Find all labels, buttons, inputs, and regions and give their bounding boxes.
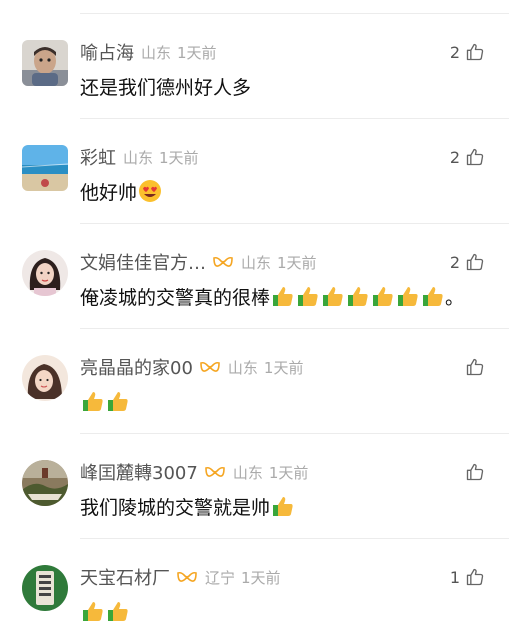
comment-meta: 天宝石材厂 辽宁 1天前 (80, 565, 281, 589)
comment-item: 天宝石材厂 辽宁 1天前 1 (0, 539, 509, 644)
location: 辽宁 (205, 568, 236, 587)
like-count: 2 (449, 42, 460, 62)
thumb-up-outline-icon[interactable] (465, 252, 485, 272)
verified-badge-icon (176, 570, 198, 584)
thumbs-up-emoji (296, 284, 320, 308)
location: 山东 (123, 148, 154, 167)
heart-eyes-emoji (138, 179, 162, 203)
timestamp: 1天前 (241, 568, 281, 587)
comment-meta: 文娟佳佳官方… 山东 1天前 (80, 250, 317, 274)
thumbs-up-emoji (321, 284, 345, 308)
like-button[interactable]: 1 (450, 565, 485, 589)
username[interactable]: 天宝石材厂 (80, 564, 170, 590)
location: 山东 (227, 358, 258, 377)
avatar[interactable] (22, 250, 68, 296)
comment-text-content: 还是我们德州好人多 (80, 76, 252, 99)
comment-text (80, 387, 130, 415)
timestamp: 1天前 (277, 253, 317, 272)
comment-text (80, 597, 130, 625)
verified-badge-icon (199, 360, 221, 374)
comment-text: 我们陵城的交警就是帅 (80, 492, 295, 520)
avatar[interactable] (22, 145, 68, 191)
avatar[interactable] (22, 355, 68, 401)
comment-text: 他好帅 (80, 177, 162, 205)
username[interactable]: 亮晶晶的家00 (80, 354, 193, 380)
thumb-up-outline-icon[interactable] (465, 357, 485, 377)
comment-text: 俺凌城的交警真的很棒 。 (80, 282, 464, 310)
username[interactable]: 彩虹 (80, 144, 116, 170)
username[interactable]: 文娟佳佳官方… (80, 249, 206, 275)
verified-badge-icon (204, 465, 226, 479)
thumbs-up-emoji (371, 284, 395, 308)
thumbs-up-emoji (421, 284, 445, 308)
location: 山东 (141, 43, 172, 62)
comment-item: 彩虹 山东 1天前 2 他好帅 (0, 119, 509, 224)
timestamp: 1天前 (263, 358, 304, 377)
thumbs-up-emoji-row (270, 284, 445, 308)
comment-item: 亮晶晶的家00 山东 1天前 (0, 329, 509, 434)
comment-meta: 峰囯麓轉3007 山东 1天前 (80, 460, 308, 484)
comment-meta: 亮晶晶的家00 山东 1天前 (80, 355, 303, 379)
timestamp: 1天前 (177, 43, 217, 62)
thumbs-up-emoji (271, 284, 295, 308)
thumbs-up-emoji (106, 389, 130, 413)
thumbs-up-emoji-row (80, 389, 130, 413)
thumbs-up-emoji (106, 599, 130, 623)
comment-item: 喻占海 山东 1天前 2 还是我们德州好人多 (0, 14, 509, 119)
avatar[interactable] (22, 40, 68, 86)
timestamp: 1天前 (268, 463, 309, 482)
comment-meta: 彩虹 山东 1天前 (80, 145, 199, 169)
comment-text: 还是我们德州好人多 (80, 72, 251, 100)
trailing-punctuation: 。 (445, 286, 465, 309)
comment-text-content: 俺凌城的交警真的很棒 (80, 286, 271, 309)
thumbs-up-emoji (81, 599, 105, 623)
like-button[interactable]: 2 (450, 40, 485, 64)
thumb-up-outline-icon[interactable] (465, 462, 485, 482)
thumbs-up-emoji (346, 284, 370, 308)
like-button[interactable] (460, 355, 485, 379)
like-count: 1 (449, 567, 460, 587)
username[interactable]: 喻占海 (80, 39, 134, 65)
comment-text-content: 我们陵城的交警就是帅 (80, 496, 271, 519)
like-button[interactable]: 2 (450, 250, 485, 274)
comment-text-content: 他好帅 (80, 181, 138, 204)
like-count: 2 (449, 147, 460, 167)
thumb-up-outline-icon[interactable] (465, 147, 485, 167)
timestamp: 1天前 (159, 148, 199, 167)
thumb-up-outline-icon[interactable] (465, 42, 485, 62)
location: 山东 (241, 253, 272, 272)
comment-item: 峰囯麓轉3007 山东 1天前 我们陵城的交警就是帅 (0, 434, 509, 539)
thumbs-up-emoji (81, 389, 105, 413)
thumbs-up-emoji-row (80, 599, 130, 623)
username[interactable]: 峰囯麓轉3007 (80, 459, 198, 485)
like-button[interactable] (460, 460, 485, 484)
avatar[interactable] (22, 460, 68, 506)
comment-meta: 喻占海 山东 1天前 (80, 40, 217, 64)
like-count: 2 (449, 252, 460, 272)
avatar[interactable] (22, 565, 68, 611)
thumb-up-outline-icon[interactable] (465, 567, 485, 587)
comment-item: 文娟佳佳官方… 山东 1天前 2 俺凌城的交警真的很棒 。 (0, 224, 509, 329)
location: 山东 (232, 463, 263, 482)
thumbs-up-emoji (396, 284, 420, 308)
thumbs-up-emoji (271, 494, 295, 518)
verified-badge-icon (212, 255, 234, 269)
like-button[interactable]: 2 (450, 145, 485, 169)
